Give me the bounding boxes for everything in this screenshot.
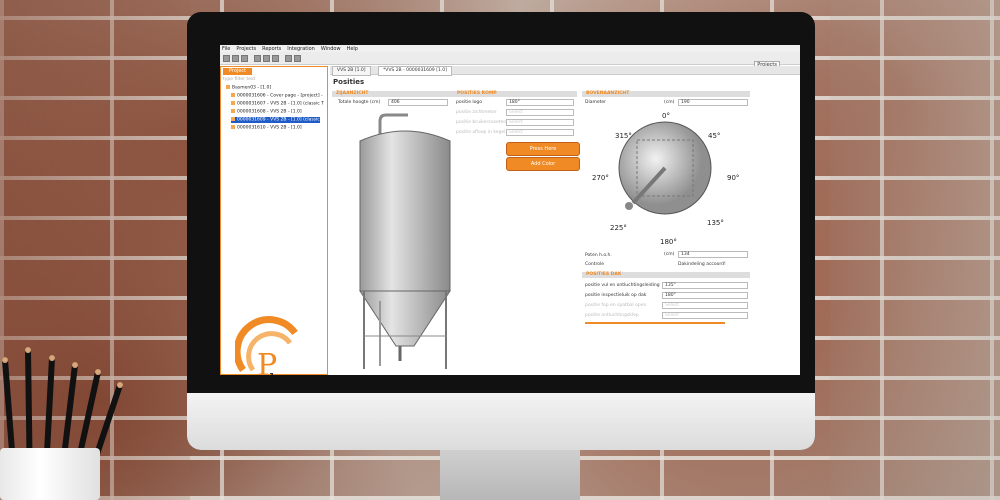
romp-row-select[interactable]: Select	[506, 129, 574, 136]
editor-area: VVS 2B [1.0] *VVS 2B - 0000031609 [1.0] …	[330, 66, 800, 375]
folder-icon	[226, 85, 230, 89]
tree-item[interactable]: 0000031608 - VVS 2B - [1.0]	[231, 109, 302, 115]
wall-shade-right	[830, 0, 1000, 500]
tree-item[interactable]: 0000031607 - VVS 2B - [1.0] (classic T	[231, 101, 324, 107]
editor-tabs: VVS 2B [1.0] *VVS 2B - 0000031609 [1.0]	[330, 66, 800, 76]
tab-project[interactable]: Project	[223, 68, 253, 75]
poten-label: Poten h.o.h.	[585, 253, 612, 258]
new-icon[interactable]	[223, 55, 230, 62]
dak-row-label: positie inspectieluik op dak	[585, 293, 647, 298]
menu-projects[interactable]: Projects	[236, 46, 256, 52]
section-zijaanzicht-header: ZIJAANZICHT	[332, 91, 454, 97]
angle-180-label: 180°	[660, 238, 677, 246]
menu-bar: File Projects Reports Integration Window…	[220, 45, 800, 52]
accent-divider	[585, 322, 725, 324]
dak-row-select[interactable]: 135°	[662, 282, 748, 289]
angle-225-label: 225°	[610, 224, 627, 232]
monitor-chin	[187, 393, 815, 450]
angle-0-label: 0°	[662, 112, 670, 120]
angle-315-label: 315°	[615, 132, 632, 140]
totale-hoogte-label: Totale hoogte (cm)	[338, 100, 381, 105]
paste-icon[interactable]	[294, 55, 301, 62]
document-icon	[231, 93, 235, 97]
romp-row-label: positie logo	[456, 100, 483, 105]
tree-item-root[interactable]: Basmen03 - [1.0]	[226, 85, 271, 91]
monitor-stand	[440, 450, 580, 500]
save-icon[interactable]	[232, 55, 239, 62]
romp-row-select[interactable]: Select	[506, 109, 574, 116]
press-here-button[interactable]: Press Here	[506, 142, 580, 156]
section-bovenaanzicht-header: BOVENAANZICHT	[582, 91, 750, 97]
dak-row-select[interactable]: Select	[662, 302, 748, 309]
tree-item[interactable]: 0000031606 - Cover page - [project] -	[231, 93, 323, 99]
diameter-unit: (cm)	[664, 100, 675, 105]
app-window: File Projects Reports Integration Window…	[220, 45, 800, 375]
angle-270-label: 270°	[592, 174, 609, 182]
romp-row-label: positie afloop in kegel	[456, 130, 506, 135]
document-icon	[231, 101, 235, 105]
dak-row-label: positie vul en ontluchtingsleiding	[585, 283, 660, 288]
menu-help[interactable]: Help	[347, 46, 358, 52]
import-icon[interactable]	[263, 55, 270, 62]
export-icon[interactable]	[254, 55, 261, 62]
dak-row-select[interactable]: Select	[662, 312, 748, 319]
tab-vvs2b[interactable]: VVS 2B [1.0]	[332, 66, 371, 76]
filter-input[interactable]: type filter text	[223, 77, 255, 82]
document-icon	[231, 109, 235, 113]
angle-90-label: 90°	[727, 174, 740, 182]
menu-reports[interactable]: Reports	[262, 46, 281, 52]
romp-row-label: positie bruikersvoeten	[456, 120, 507, 125]
pencil-cup	[0, 448, 100, 500]
page-title: Posities	[333, 78, 365, 86]
tab-vvs2b-active[interactable]: *VVS 2B - 0000031609 [1.0]	[378, 66, 452, 76]
angle-45-label: 45°	[708, 132, 721, 140]
logo-text: olem	[260, 370, 299, 375]
menu-file[interactable]: File	[222, 46, 230, 52]
polem-logo-icon: P	[235, 316, 298, 375]
angle-135-label: 135°	[707, 219, 724, 227]
menu-window[interactable]: Window	[321, 46, 341, 52]
menu-integration[interactable]: Integration	[287, 46, 315, 52]
romp-row-label: positie zichtmeter	[456, 110, 497, 115]
tree-item-selected[interactable]: 0000031609 - VVS 2B - [1.0] (classic	[231, 117, 320, 123]
poten-unit: (cm)	[664, 252, 675, 257]
controle-value: Dakindeling accoord!	[678, 262, 726, 267]
document-icon	[231, 117, 235, 121]
diameter-input[interactable]: 190	[678, 99, 748, 106]
dak-row-select[interactable]: 180°	[662, 292, 748, 299]
copy-icon[interactable]	[285, 55, 292, 62]
toolbar: Projects	[220, 52, 800, 69]
dak-row-label: positie fop en spatbol open	[585, 303, 647, 308]
add-color-button[interactable]: Add Color	[506, 157, 580, 171]
tree-item[interactable]: 0000031610 - VVS 2B - [1.0]	[231, 125, 302, 131]
romp-row-select[interactable]: 180°	[506, 99, 574, 106]
document-icon	[231, 125, 235, 129]
totale-hoogte-input[interactable]: 406	[388, 99, 448, 106]
print-icon[interactable]	[241, 55, 248, 62]
dak-row-label: positie ontluchtingsklep	[585, 313, 639, 318]
section-romp-header: POSITIES ROMP	[453, 91, 577, 97]
silo-side-drawing	[359, 113, 451, 369]
romp-row-select[interactable]: Select	[506, 119, 574, 126]
diameter-label: Diameter	[585, 100, 607, 105]
refresh-icon[interactable]	[272, 55, 279, 62]
poten-input[interactable]: 134	[678, 251, 748, 258]
section-dak-header: POSITIES DAK	[582, 272, 750, 278]
project-panel: Project type filter text Basmen03 - [1.0…	[220, 66, 328, 375]
controle-label: Controle	[585, 262, 605, 267]
